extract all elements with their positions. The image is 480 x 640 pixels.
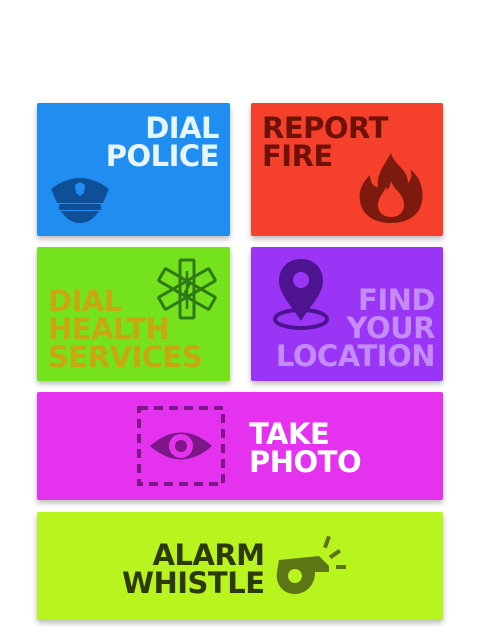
dial-police-button[interactable]: DIAL POLICE (37, 103, 230, 236)
take-photo-button[interactable]: TAKE PHOTO (37, 392, 443, 500)
find-location-line3: LOCATION (275, 339, 436, 373)
alarm-whistle-line1: ALARM (152, 538, 265, 572)
take-photo-line2: PHOTO (249, 445, 362, 479)
alarm-whistle-button[interactable]: ALARM WHISTLE (37, 512, 443, 620)
report-fire-line1: REPORT (262, 111, 388, 145)
take-photo-line1: TAKE (249, 417, 330, 451)
flame-icon (359, 153, 423, 223)
find-your-location-button[interactable]: FIND YOUR LOCATION (251, 247, 443, 381)
dial-police-label: DIAL POLICE (105, 111, 220, 173)
star-of-life-icon (157, 258, 217, 320)
dial-police-line2: POLICE (105, 139, 220, 173)
alarm-whistle-label: ALARM WHISTLE (122, 538, 265, 600)
map-pin-icon (273, 259, 329, 330)
take-photo-label: TAKE PHOTO (249, 417, 362, 479)
police-cap-icon (51, 178, 109, 223)
whistle-icon (276, 535, 346, 594)
eye-viewfinder-icon (137, 406, 225, 486)
dial-health-services-button[interactable]: DIAL HEALTH SERVICES (37, 247, 230, 381)
report-fire-button[interactable]: REPORT FIRE (251, 103, 443, 236)
alarm-whistle-line2: WHISTLE (122, 566, 265, 600)
dial-police-line1: DIAL (145, 111, 219, 145)
dial-health-line3: SERVICES (48, 340, 203, 374)
